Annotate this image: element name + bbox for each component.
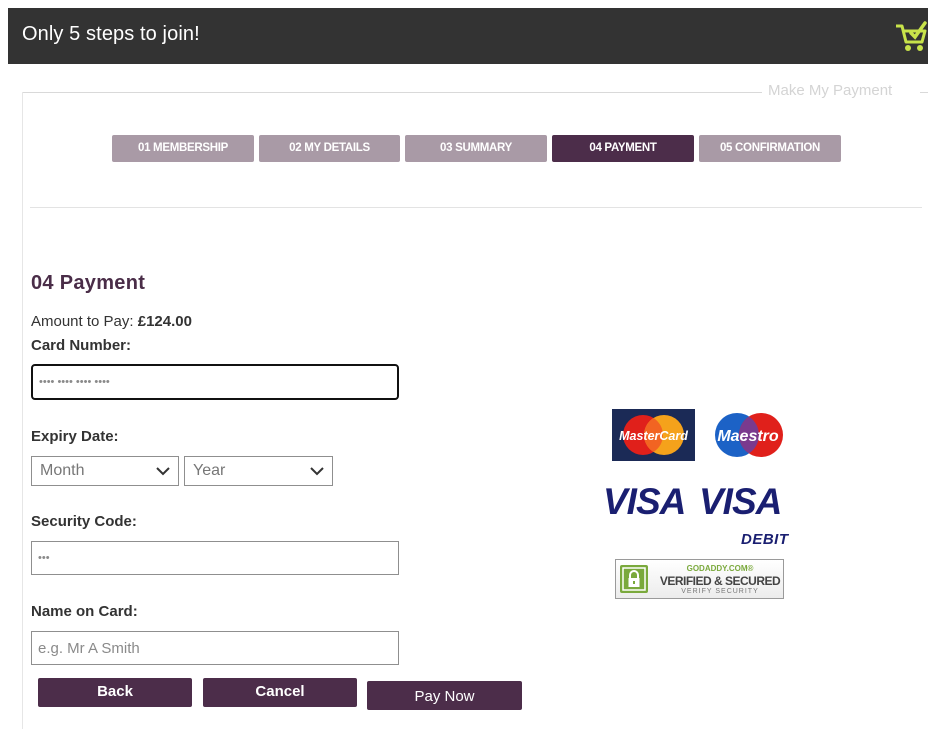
debit-label: DEBIT [741, 531, 789, 548]
seal-line3: VERIFY SECURITY [681, 588, 759, 595]
card-number-label: Card Number: [31, 337, 132, 354]
amount-label: Amount to Pay: [31, 313, 138, 330]
security-code-label: Security Code: [31, 513, 137, 530]
amount-to-pay: Amount to Pay: £124.00 [31, 313, 192, 330]
chevron-down-icon [310, 467, 324, 476]
step-summary[interactable]: 03 SUMMARY [405, 135, 547, 162]
top-banner: Only 5 steps to join! [8, 8, 928, 64]
lock-icon [620, 565, 648, 593]
step-my-details[interactable]: 02 MY DETAILS [259, 135, 400, 162]
step-confirmation[interactable]: 05 CONFIRMATION [699, 135, 841, 162]
godaddy-verified-seal[interactable]: GODADDY.COM® VERIFIED & SECURED VERIFY S… [615, 559, 784, 599]
chevron-down-icon [156, 467, 170, 476]
visa-text: VISA [603, 481, 686, 522]
step-membership[interactable]: 01 MEMBERSHIP [112, 135, 254, 162]
name-on-card-label: Name on Card: [31, 603, 138, 620]
security-code-input[interactable] [31, 541, 399, 575]
shopping-cart-check-icon[interactable] [894, 20, 928, 54]
visa-debit-text: VISA [699, 481, 782, 522]
back-button[interactable]: Back [38, 678, 192, 707]
banner-title: Only 5 steps to join! [22, 23, 200, 45]
mastercard-text: MasterCard [619, 429, 688, 443]
maestro-logo: Maestro [715, 413, 783, 457]
name-on-card-input[interactable] [31, 631, 399, 665]
expiry-month-value: Month [40, 462, 85, 479]
visa-logo: VISA [603, 481, 686, 523]
mastercard-logo: MasterCard [612, 409, 695, 461]
section-divider [30, 207, 922, 208]
expiry-date-label: Expiry Date: [31, 428, 119, 445]
fieldset-legend: Make My Payment [768, 82, 893, 99]
expiry-year-value: Year [193, 462, 226, 479]
expiry-month-select[interactable]: Month [31, 456, 179, 486]
amount-value: £124.00 [137, 313, 192, 330]
expiry-year-select[interactable]: Year [184, 456, 333, 486]
cancel-button[interactable]: Cancel [203, 678, 357, 707]
card-number-input[interactable] [31, 364, 399, 400]
pay-now-button[interactable]: Pay Now [367, 681, 522, 710]
step-payment[interactable]: 04 PAYMENT [552, 135, 694, 162]
seal-line2: VERIFIED & SECURED [659, 574, 781, 588]
fieldset-border-top [22, 92, 762, 93]
fieldset-border-left [22, 92, 23, 729]
fieldset-border-top-right [920, 92, 928, 93]
visa-debit-logo: VISA [699, 481, 782, 523]
seal-line1: GODADDY.COM® [686, 564, 754, 573]
page-title: 04 Payment [31, 272, 146, 294]
maestro-text: Maestro [717, 428, 779, 445]
